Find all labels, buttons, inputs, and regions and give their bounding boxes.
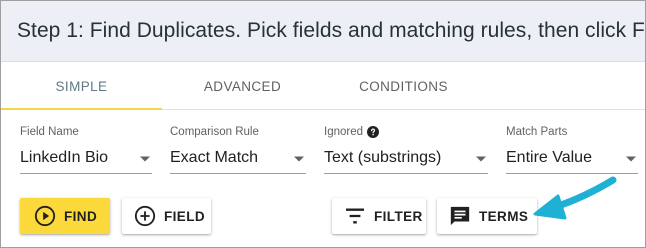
add-circle-icon: [134, 205, 156, 227]
chevron-down-icon: [626, 156, 636, 162]
field-underline: [20, 173, 152, 174]
field-name-label: Field Name: [20, 126, 79, 138]
ignored-label: Ignored: [324, 126, 364, 138]
field-underline: [324, 173, 488, 174]
find-button-label: FIND: [64, 208, 98, 224]
field-underline: [170, 173, 306, 174]
active-tab-indicator: [1, 108, 162, 110]
comment-text-icon: [450, 206, 470, 226]
chevron-down-icon: [140, 156, 150, 162]
field-button-label: FIELD: [164, 208, 205, 224]
ignored-label-group: Ignored: [324, 126, 380, 138]
comparison-rule-value: Exact Match: [170, 149, 259, 166]
match-parts-select[interactable]: Match Parts Entire Value: [506, 119, 638, 175]
terms-button[interactable]: TERMS: [437, 198, 537, 234]
play-circle-icon: [34, 205, 56, 227]
match-parts-value: Entire Value: [506, 149, 592, 166]
step-header: Step 1: Find Duplicates. Pick fields and…: [1, 1, 645, 62]
filter-button[interactable]: FILTER: [332, 198, 426, 234]
find-button[interactable]: FIND: [20, 198, 110, 234]
match-fields-row: Field Name LinkedIn Bio Comparison Rule …: [1, 119, 645, 179]
step-title: Step 1: Find Duplicates. Pick fields and…: [17, 19, 646, 42]
filter-lines-icon: [346, 208, 364, 224]
comparison-rule-label: Comparison Rule: [170, 126, 259, 138]
tab-bar: SIMPLE ADVANCED CONDITIONS: [1, 62, 645, 110]
tab-simple[interactable]: SIMPLE: [1, 62, 162, 110]
tab-advanced[interactable]: ADVANCED: [162, 62, 323, 110]
ignored-value: Text (substrings): [324, 149, 442, 166]
field-name-value: LinkedIn Bio: [20, 149, 109, 166]
chevron-down-icon: [294, 156, 304, 162]
terms-button-label: TERMS: [479, 208, 529, 224]
ignored-select[interactable]: Ignored Text (substrings): [324, 119, 488, 175]
match-parts-label: Match Parts: [506, 126, 568, 138]
comparison-rule-select[interactable]: Comparison Rule Exact Match: [170, 119, 306, 175]
help-circle-icon[interactable]: [367, 126, 380, 138]
chevron-down-icon: [476, 156, 486, 162]
filter-button-label: FILTER: [374, 208, 423, 224]
tab-conditions[interactable]: CONDITIONS: [323, 62, 484, 110]
app-window: Step 1: Find Duplicates. Pick fields and…: [0, 0, 646, 248]
field-name-select[interactable]: Field Name LinkedIn Bio: [20, 119, 152, 175]
add-field-button[interactable]: FIELD: [122, 198, 211, 234]
pointer-arrow-icon: [533, 176, 617, 220]
